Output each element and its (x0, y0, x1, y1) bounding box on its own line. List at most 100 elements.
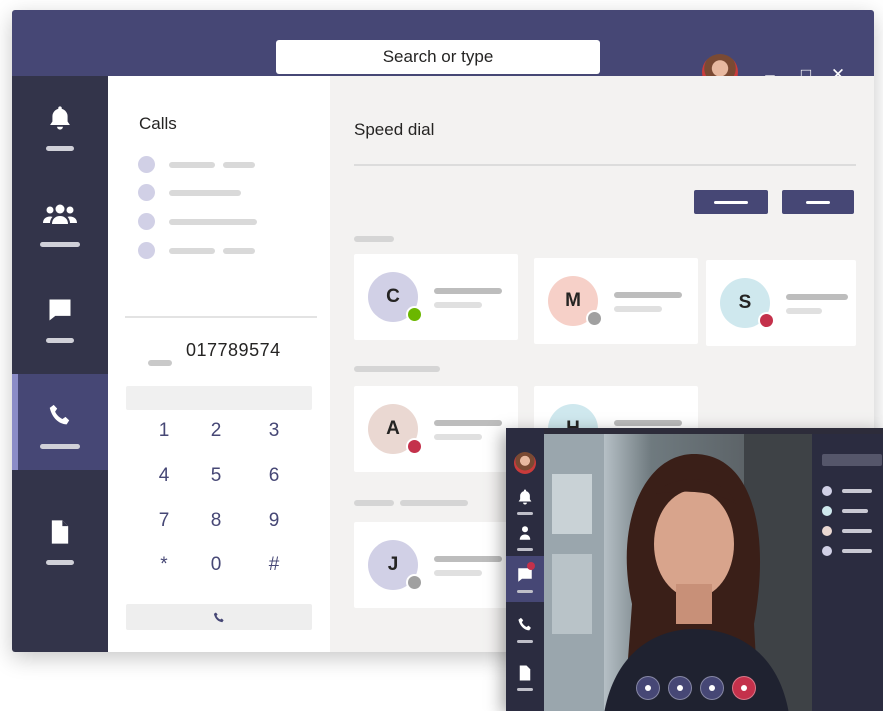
participant-avatar[interactable] (822, 486, 832, 496)
placeholder-line (169, 190, 241, 196)
rail-label-bar (517, 548, 533, 551)
speed-dial-card[interactable]: C (354, 254, 518, 340)
keypad-key-1[interactable]: 1 (144, 416, 184, 446)
placeholder-line (434, 434, 482, 440)
add-speed-dial-button[interactable] (694, 190, 768, 214)
rail-item-teams[interactable] (12, 172, 108, 268)
speed-dial-card[interactable]: M (534, 258, 698, 344)
call-button[interactable] (126, 604, 312, 630)
group-label-placeholder (354, 366, 440, 372)
divider (125, 316, 317, 318)
rail-item-chat-active[interactable] (506, 556, 544, 602)
bell-icon (50, 106, 70, 130)
chat-icon (49, 299, 71, 321)
contact-avatar (138, 242, 155, 259)
keypad-key-star[interactable]: * (144, 550, 184, 580)
user-avatar[interactable] (514, 452, 536, 474)
rail-label-bar (40, 444, 80, 449)
placeholder-line (223, 162, 255, 168)
panel-header-placeholder (822, 454, 882, 466)
country-code-placeholder (148, 360, 172, 366)
rail-label-bar (517, 640, 533, 643)
contact-avatar (138, 156, 155, 173)
divider (354, 164, 856, 166)
notification-badge (527, 562, 535, 570)
recent-call-row[interactable] (138, 184, 288, 202)
phone-icon (49, 404, 70, 425)
participant-video (544, 434, 812, 711)
placeholder-line (434, 420, 502, 426)
mic-button[interactable] (668, 676, 692, 700)
search-input[interactable]: Search or type (276, 40, 600, 74)
keypad-key-3[interactable]: 3 (254, 416, 294, 446)
placeholder-line (434, 556, 502, 562)
keypad-key-0[interactable]: 0 (196, 550, 236, 580)
rail-label-bar (517, 590, 533, 593)
rail-label-bar (517, 688, 533, 691)
recent-call-row[interactable] (138, 242, 288, 260)
calls-title: Calls (139, 114, 177, 133)
recent-call-row[interactable] (138, 156, 288, 174)
rail-label-bar (46, 560, 74, 565)
participants-panel (812, 434, 883, 711)
share-button[interactable] (700, 676, 724, 700)
people-icon[interactable] (516, 524, 534, 542)
presence-offline-icon (406, 574, 423, 591)
participant-avatar[interactable] (822, 506, 832, 516)
keypad-key-hash[interactable]: # (254, 550, 294, 580)
keypad-key-6[interactable]: 6 (254, 461, 294, 491)
recent-call-row[interactable] (138, 213, 288, 231)
keypad-key-5[interactable]: 5 (196, 461, 236, 491)
video-app-rail (506, 428, 544, 711)
placeholder-line (169, 162, 215, 168)
placeholder-line (786, 308, 822, 314)
calls-panel: Calls 017789574 1 2 3 4 5 6 7 8 9 * 0 # (108, 76, 330, 652)
hang-up-button[interactable] (732, 676, 756, 700)
camera-button[interactable] (636, 676, 660, 700)
bell-icon[interactable] (516, 488, 534, 506)
dial-number[interactable]: 017789574 (186, 340, 281, 361)
video-call-window[interactable] (506, 428, 883, 711)
rail-label-bar (40, 242, 80, 247)
rail-item-activity[interactable] (12, 76, 108, 172)
speed-dial-card[interactable]: J (354, 522, 518, 608)
placeholder-line (614, 292, 682, 298)
rail-label-bar (517, 512, 533, 515)
placeholder-line (786, 294, 848, 300)
video-feed (544, 434, 812, 711)
keypad-key-2[interactable]: 2 (196, 416, 236, 446)
phone-icon[interactable] (516, 616, 534, 634)
contact-avatar (138, 184, 155, 201)
file-icon[interactable] (516, 664, 534, 682)
edit-speed-dial-button[interactable] (782, 190, 854, 214)
placeholder-line (842, 489, 872, 493)
participant-avatar[interactable] (822, 546, 832, 556)
speed-dial-title: Speed dial (354, 120, 435, 139)
placeholder-line (169, 219, 257, 225)
rail-label-bar (46, 146, 74, 151)
keypad-key-7[interactable]: 7 (144, 506, 184, 536)
dial-input-field[interactable] (126, 386, 312, 410)
placeholder-line (614, 306, 662, 312)
speed-dial-card[interactable]: A (354, 386, 518, 472)
presence-busy-icon (406, 438, 423, 455)
keypad-key-8[interactable]: 8 (196, 506, 236, 536)
rail-item-chat[interactable] (12, 268, 108, 364)
people-icon (43, 204, 77, 224)
placeholder-line (434, 302, 482, 308)
rail-item-files[interactable] (12, 490, 108, 586)
placeholder-line (614, 420, 682, 426)
speed-dial-card[interactable]: S (706, 260, 856, 346)
participant-avatar[interactable] (822, 526, 832, 536)
rail-item-calls[interactable] (12, 374, 108, 470)
placeholder-line (169, 248, 215, 254)
placeholder-line (842, 509, 868, 513)
presence-offline-icon (586, 310, 603, 327)
placeholder-line (434, 570, 482, 576)
contact-avatar (138, 213, 155, 230)
keypad-key-4[interactable]: 4 (144, 461, 184, 491)
app-rail (12, 76, 108, 652)
placeholder-line (223, 248, 255, 254)
group-label-placeholder (400, 500, 468, 506)
keypad-key-9[interactable]: 9 (254, 506, 294, 536)
